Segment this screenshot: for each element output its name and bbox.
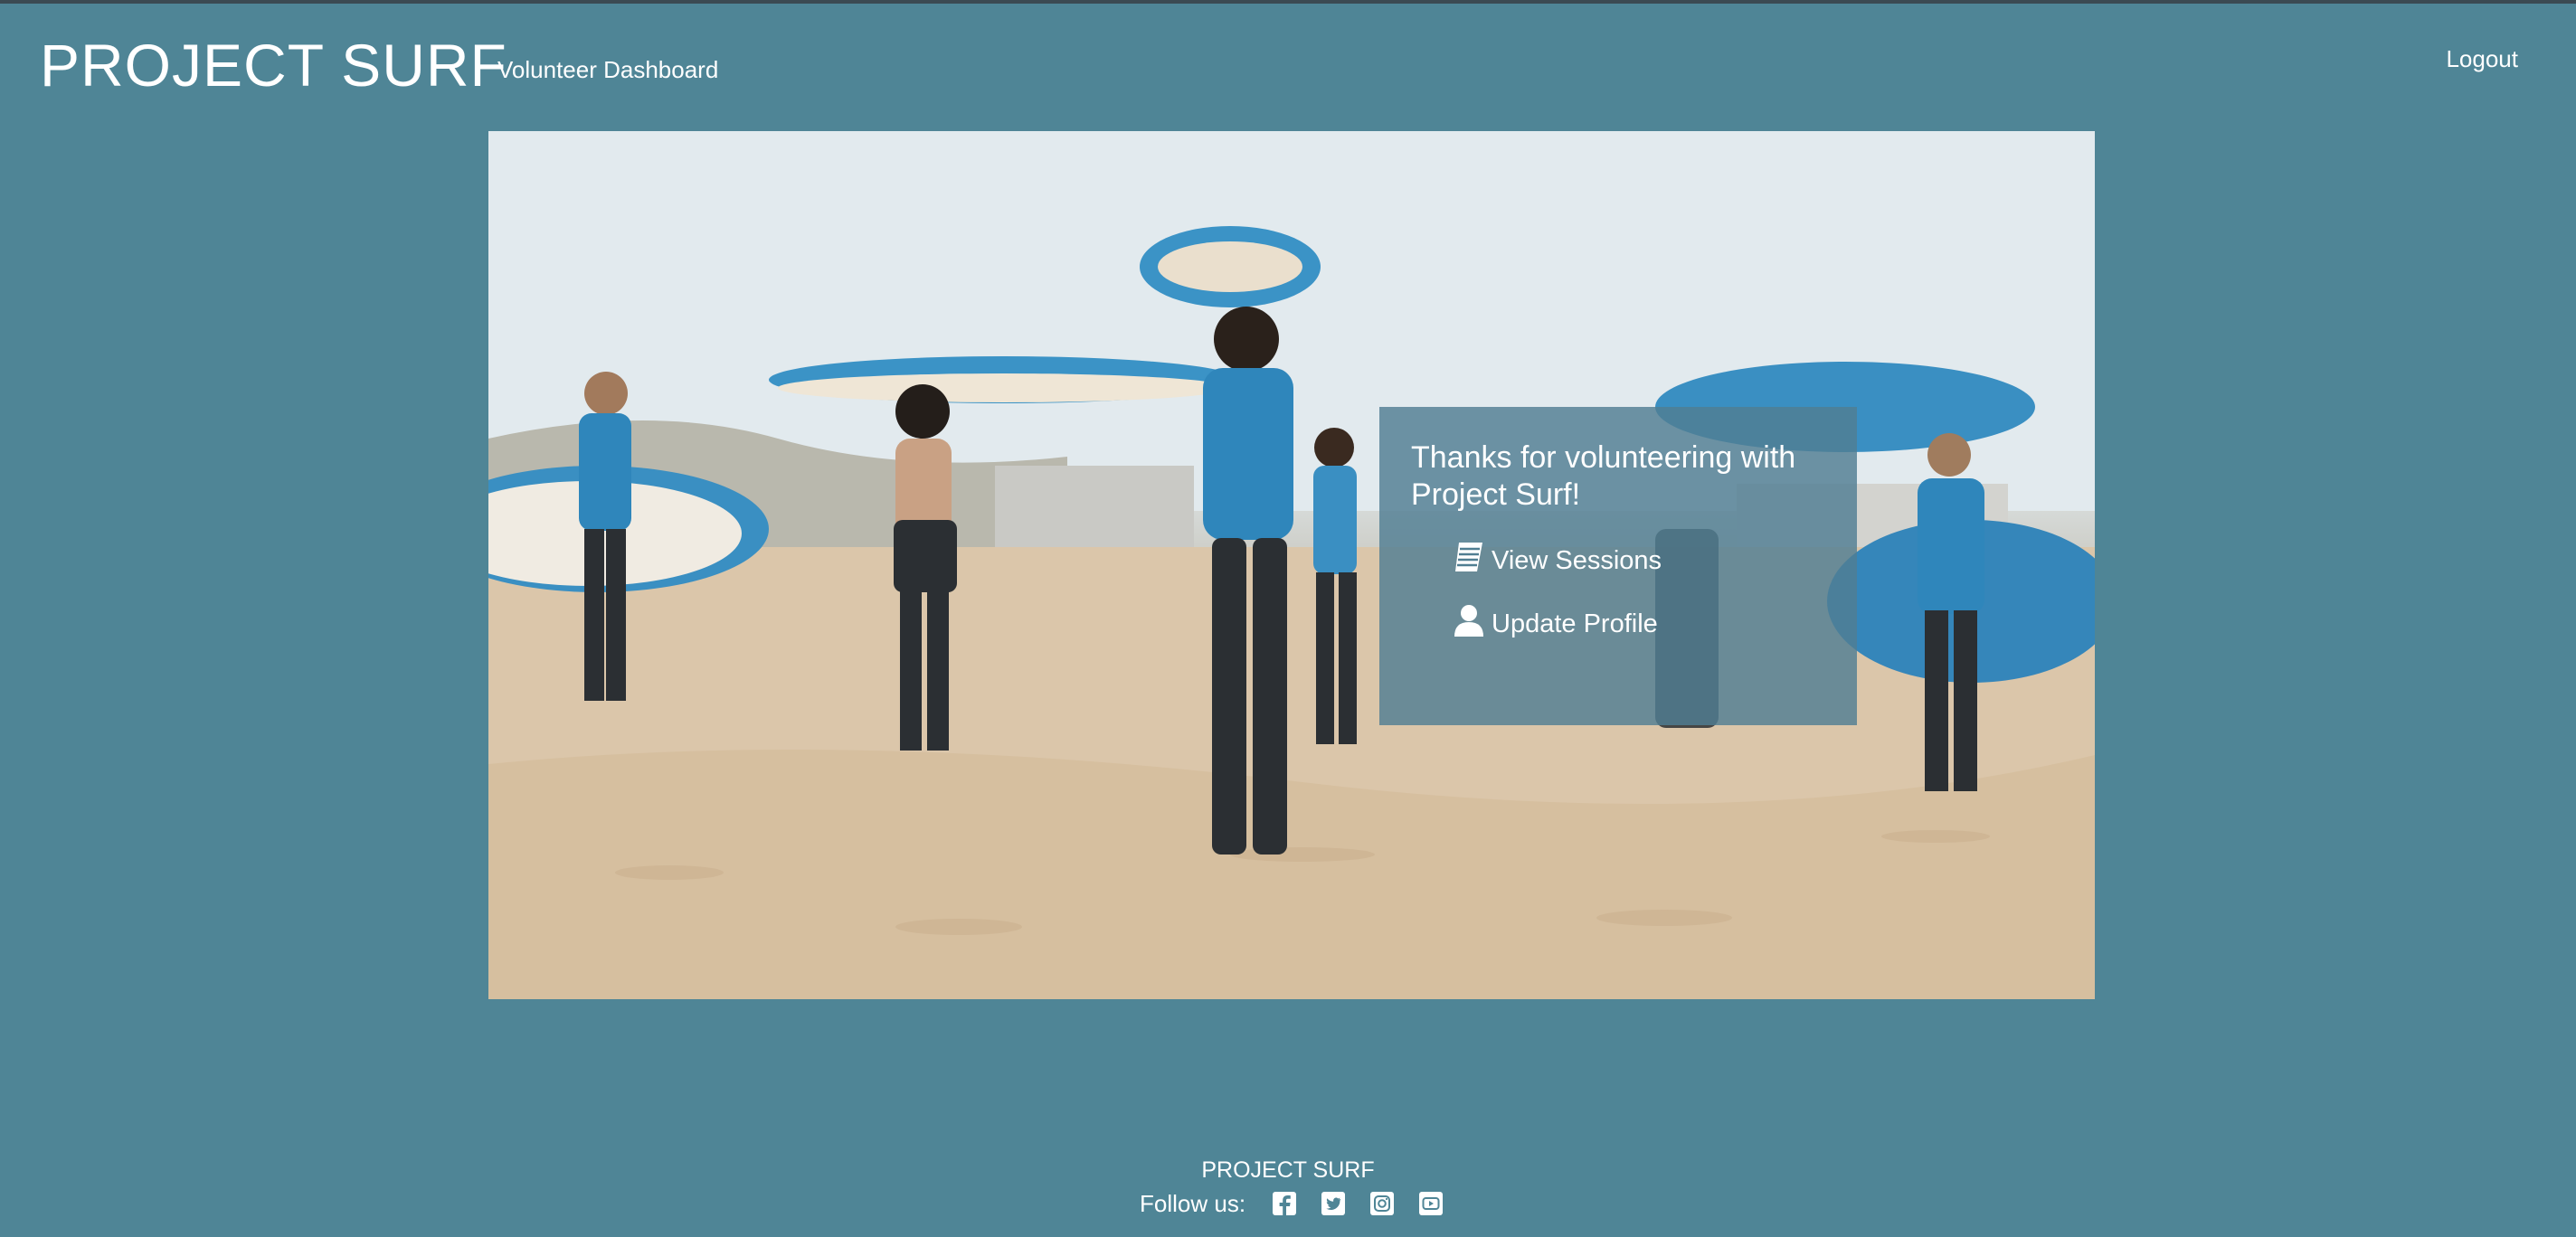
site-header: PROJECT SURF Volunteer Dashboard Logout	[0, 4, 2576, 127]
logout-link[interactable]: Logout	[2446, 45, 2518, 73]
view-sessions-link[interactable]: View Sessions	[1454, 541, 1662, 581]
document-icon	[1454, 543, 1484, 577]
user-icon	[1454, 605, 1484, 640]
youtube-icon[interactable]	[1419, 1192, 1444, 1215]
footer-brand: PROJECT SURF	[1201, 1157, 1375, 1183]
page-subtitle: Volunteer Dashboard	[497, 56, 719, 83]
welcome-panel: Thanks for volunteering with Project Sur…	[1379, 407, 1857, 725]
view-sessions-label: View Sessions	[1492, 545, 1662, 575]
update-profile-label: Update Profile	[1492, 609, 1658, 638]
social-links: Follow us:	[1140, 1188, 1468, 1219]
update-profile-link[interactable]: Update Profile	[1454, 604, 1658, 644]
brand-logo[interactable]: PROJECT SURF	[40, 31, 507, 99]
facebook-icon[interactable]	[1273, 1192, 1297, 1215]
twitter-icon[interactable]	[1321, 1192, 1346, 1215]
welcome-message: Thanks for volunteering with Project Sur…	[1411, 440, 1796, 512]
follow-label: Follow us:	[1140, 1189, 1246, 1217]
instagram-icon[interactable]	[1370, 1192, 1395, 1215]
hero-image: Thanks for volunteering with Project Sur…	[488, 131, 2095, 999]
